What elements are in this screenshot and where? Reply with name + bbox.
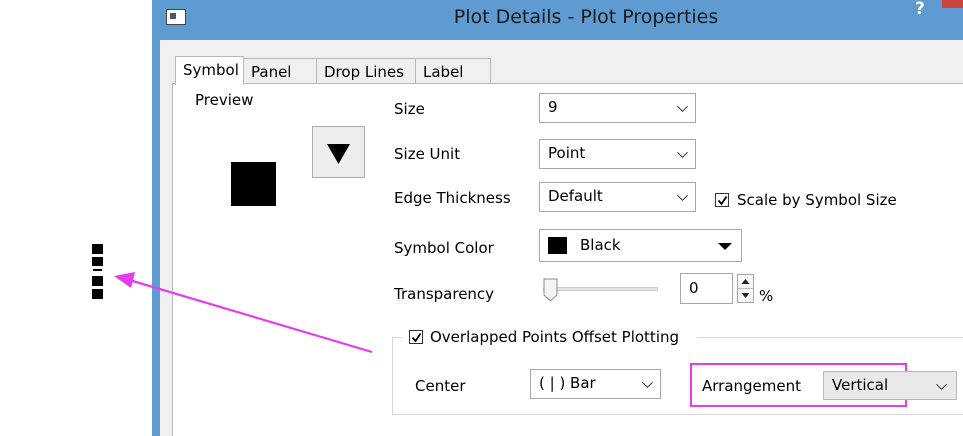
center-combo[interactable]: ( | ) Bar: [530, 369, 661, 399]
tab-label: Panel: [251, 63, 292, 81]
center-value: ( | ) Bar: [539, 374, 596, 392]
tab-drop-lines[interactable]: Drop Lines: [316, 58, 416, 84]
size-unit-value: Point: [548, 144, 586, 162]
arrangement-combo[interactable]: Vertical: [823, 371, 957, 400]
symbol-color-value: Black: [580, 236, 621, 254]
offset-symbol: [92, 244, 103, 254]
close-button[interactable]: [942, 0, 963, 8]
tab-label: Drop Lines: [324, 63, 404, 81]
offset-center-bar: [93, 269, 102, 271]
arrangement-value: Vertical: [832, 376, 889, 394]
transparency-value: 0: [689, 279, 699, 297]
tab-symbol[interactable]: Symbol: [175, 56, 244, 85]
chevron-down-icon: [642, 377, 653, 388]
size-label: Size: [394, 100, 425, 118]
transparency-label: Transparency: [394, 285, 495, 303]
slider-thumb[interactable]: [543, 278, 559, 302]
size-unit-label: Size Unit: [394, 145, 461, 163]
help-icon[interactable]: ?: [915, 0, 925, 19]
size-combo[interactable]: 9: [539, 93, 696, 123]
spin-down-icon[interactable]: [738, 289, 753, 302]
offset-symbol: [92, 289, 103, 299]
percent-label: %: [759, 287, 774, 305]
edge-thickness-value: Default: [548, 187, 603, 205]
overlapped-points-label[interactable]: Overlapped Points Offset Plotting: [430, 328, 679, 346]
offset-symbol: [92, 257, 103, 266]
symbol-color-combo[interactable]: Black: [539, 229, 742, 262]
tab-label[interactable]: Label: [415, 58, 491, 84]
spin-up-icon[interactable]: [738, 275, 753, 288]
edge-thickness-combo[interactable]: Default: [539, 182, 696, 212]
chevron-down-icon: [677, 147, 688, 158]
plot-details-dialog: Plot Details - Plot Properties ? Symbol …: [152, 0, 963, 436]
scale-by-symbol-size-checkbox[interactable]: [715, 193, 729, 207]
color-swatch: [548, 237, 567, 254]
arrangement-label: Arrangement: [702, 377, 802, 395]
checkmark-icon: [411, 333, 422, 343]
transparency-spinner[interactable]: [737, 274, 754, 303]
tab-label: Symbol: [183, 61, 239, 79]
preview-label: Preview: [195, 91, 254, 109]
window-title: Plot Details - Plot Properties: [453, 6, 719, 28]
chevron-down-icon: [677, 190, 688, 201]
tab-label: Label: [423, 63, 464, 81]
checkmark-icon: [717, 196, 728, 206]
symbol-tab-page: Preview Size 9 Size Unit Point Edge Thic…: [172, 83, 963, 436]
chevron-down-icon: [936, 379, 947, 390]
offset-symbols-example: [90, 244, 106, 316]
transparency-input[interactable]: 0: [680, 273, 733, 304]
title-bar[interactable]: Plot Details - Plot Properties ?: [152, 0, 963, 40]
symbol-shape-button[interactable]: [312, 126, 365, 178]
transparency-slider[interactable]: [543, 278, 659, 302]
center-label: Center: [415, 377, 466, 395]
overlapped-points-checkbox[interactable]: [409, 330, 423, 344]
scale-by-symbol-size-label[interactable]: Scale by Symbol Size: [737, 191, 897, 209]
size-value: 9: [548, 98, 558, 116]
symbol-color-label: Symbol Color: [394, 239, 494, 257]
offset-symbol: [92, 276, 103, 286]
size-unit-combo[interactable]: Point: [539, 139, 696, 169]
edge-thickness-label: Edge Thickness: [394, 189, 511, 207]
symbol-preview: [231, 162, 276, 206]
slider-track: [543, 287, 658, 291]
triangle-down-icon: [327, 144, 350, 164]
chevron-down-icon: [677, 101, 688, 112]
dialog-client: Symbol Panel Drop Lines Label Preview Si…: [160, 40, 963, 436]
tab-panel[interactable]: Panel: [243, 58, 317, 84]
caret-down-icon: [718, 243, 732, 250]
